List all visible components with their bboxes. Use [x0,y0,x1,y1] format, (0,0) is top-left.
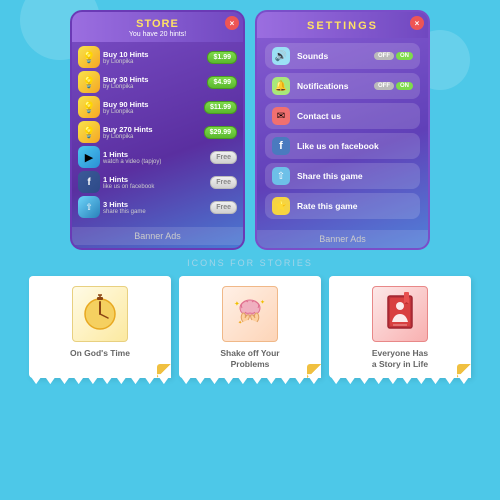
store-item-5: ▶ 1 Hints watch a video (tapjoy) Free [78,146,237,168]
settings-item-facebook[interactable]: f Like us on facebook [265,133,420,159]
item-icon-5: ▶ [78,146,100,168]
item-icon-4: 💡 [78,121,100,143]
store-item-1: 💡 Buy 10 Hints by Lionpika $1.99 [78,46,237,68]
item-icon-3: 💡 [78,96,100,118]
god-time-svg [80,294,120,334]
sounds-toggle-on: ON [396,52,413,60]
contact-label: Contact us [297,111,413,121]
rate-icon: ⭐ [272,197,290,215]
story-cards-container: On God's Time ✦ ✦ ✦ [14,276,486,378]
notif-toggle-off: OFF [374,82,394,90]
story-card-3[interactable]: Everyone Hasa Story in Life [329,276,471,378]
store-close-button[interactable]: × [225,16,239,30]
item-info-2: Buy 30 Hints by Lionpika [103,75,204,90]
item-info-3: Buy 90 Hints by Lionpika [103,100,201,115]
item-name-4: Buy 270 Hints [103,125,201,134]
everyone-svg [380,292,420,336]
store-panel: STORE You have 20 hints! × 💡 Buy 10 Hint… [70,10,245,250]
story-label-1: On God's Time [37,348,163,359]
story-image-1 [72,286,128,342]
story-card-2[interactable]: ✦ ✦ ✦ Shake off YourProblems [179,276,321,378]
store-title: STORE [76,18,239,30]
store-item-3: 💡 Buy 90 Hints by Lionpika $11.99 [78,96,237,118]
settings-item-rate[interactable]: ⭐ Rate this game [265,193,420,219]
item-name-6: 1 Hints [103,175,207,184]
free-btn-5[interactable]: Free [210,151,237,164]
store-banner-bar: Banner Ads [72,227,243,245]
story-image-3 [372,286,428,342]
settings-close-button[interactable]: × [410,16,424,30]
contact-icon: ✉ [272,107,290,125]
item-sub-6: like us on facebook [103,184,207,190]
facebook-icon: f [272,137,290,155]
settings-item-notifications: 🔔 Notifications OFF ON [265,73,420,99]
item-name-7: 3 Hints [103,200,207,209]
facebook-label: Like us on facebook [297,141,413,151]
item-name-2: Buy 30 Hints [103,75,204,84]
item-sub-1: by Lionpika [103,59,204,65]
store-header: STORE You have 20 hints! × [72,12,243,42]
story-card-1[interactable]: On God's Time [29,276,171,378]
store-item-7: ⇧ 3 Hints share this game Free [78,196,237,218]
settings-panel: SETTINGS × 🔊 Sounds OFF ON 🔔 Notificatio… [255,10,430,250]
price-btn-1[interactable]: $1.99 [207,51,237,64]
item-sub-4: by Lionpika [103,134,201,140]
store-item-2: 💡 Buy 30 Hints by Lionpika $4.99 [78,71,237,93]
store-item-4: 💡 Buy 270 Hints by Lionpika $29.99 [78,121,237,143]
item-sub-3: by Lionpika [103,109,201,115]
item-name-3: Buy 90 Hints [103,100,201,109]
item-icon-2: 💡 [78,71,100,93]
item-icon-6: f [78,171,100,193]
free-btn-6[interactable]: Free [210,176,237,189]
item-info-6: 1 Hints like us on facebook [103,175,207,190]
item-name-5: 1 Hints [103,150,207,159]
free-btn-7[interactable]: Free [210,201,237,214]
item-sub-2: by Lionpika [103,84,204,90]
item-info-1: Buy 10 Hints by Lionpika [103,50,204,65]
settings-item-contact[interactable]: ✉ Contact us [265,103,420,129]
settings-header: SETTINGS × [257,12,428,38]
sounds-label: Sounds [297,51,367,61]
price-btn-4[interactable]: $29.99 [204,126,237,139]
rate-label: Rate this game [297,201,413,211]
share-label: Share this game [297,171,413,181]
sounds-toggle[interactable]: OFF ON [374,52,413,60]
story-label-3: Everyone Hasa Story in Life [337,348,463,370]
settings-item-share[interactable]: ⇧ Share this game [265,163,420,189]
svg-text:✦: ✦ [234,300,240,308]
story-label-2: Shake off YourProblems [187,348,313,370]
item-icon-1: 💡 [78,46,100,68]
item-sub-5: watch a video (tapjoy) [103,159,207,165]
store-subtitle: You have 20 hints! [76,31,239,38]
settings-item-sounds: 🔊 Sounds OFF ON [265,43,420,69]
price-btn-2[interactable]: $4.99 [207,76,237,89]
svg-text:✦: ✦ [260,299,265,306]
sound-icon: 🔊 [272,47,290,65]
notifications-label: Notifications [297,81,367,91]
price-btn-3[interactable]: $11.99 [204,101,237,114]
settings-banner-bar: Banner Ads [257,230,428,248]
shake-svg: ✦ ✦ ✦ [228,292,272,336]
settings-items-list: 🔊 Sounds OFF ON 🔔 Notifications OFF ON ✉ [257,38,428,228]
item-sub-7: share this game [103,209,207,215]
stories-section-title: ICONS FOR STORIES [14,258,486,268]
item-icon-7: ⇧ [78,196,100,218]
stories-section: ICONS FOR STORIES On God's Time [0,250,500,382]
svg-text:✦: ✦ [238,320,242,326]
settings-title: SETTINGS [261,20,424,32]
notifications-toggle[interactable]: OFF ON [374,82,413,90]
store-item-6: f 1 Hints like us on facebook Free [78,171,237,193]
item-info-5: 1 Hints watch a video (tapjoy) [103,150,207,165]
share-icon: ⇧ [272,167,290,185]
notif-toggle-on: ON [396,82,413,90]
item-info-7: 3 Hints share this game [103,200,207,215]
top-panels: STORE You have 20 hints! × 💡 Buy 10 Hint… [0,0,500,250]
store-items-list: 💡 Buy 10 Hints by Lionpika $1.99 💡 Buy 3… [72,42,243,225]
notification-icon: 🔔 [272,77,290,95]
item-name-1: Buy 10 Hints [103,50,204,59]
story-image-2: ✦ ✦ ✦ [222,286,278,342]
item-info-4: Buy 270 Hints by Lionpika [103,125,201,140]
sounds-toggle-off: OFF [374,52,394,60]
